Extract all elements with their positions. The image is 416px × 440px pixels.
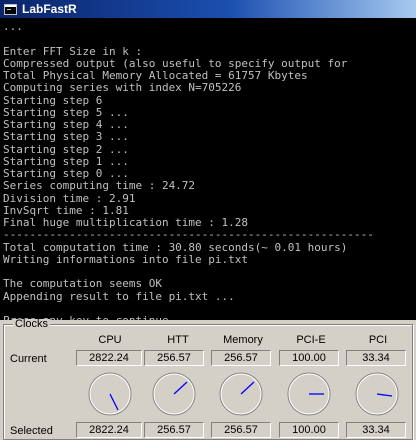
clocks-panel: Clocks CPU HTT Memory PCI-E PCI Current … bbox=[0, 319, 416, 440]
column-header-memory: Memory bbox=[223, 334, 263, 346]
console-line: Computing series with index N=705226 bbox=[3, 81, 242, 95]
selected-pci-value: 33.34 bbox=[346, 422, 406, 438]
clocks-group: Clocks CPU HTT Memory PCI-E PCI Current … bbox=[3, 319, 413, 440]
console-line: Series computing time : 24.72 bbox=[3, 179, 196, 193]
current-htt-value: 256.57 bbox=[144, 350, 204, 366]
console-line: ... bbox=[3, 20, 23, 33]
selected-htt-value: 256.57 bbox=[144, 422, 204, 438]
console-line: Starting step 4 ... bbox=[3, 118, 129, 131]
console-line: Starting step 2 ... bbox=[3, 142, 129, 156]
title-bar[interactable]: LabFastR bbox=[0, 0, 416, 18]
selected-memory-value: 256.57 bbox=[211, 422, 271, 438]
current-cpu-value: 2822.24 bbox=[76, 350, 142, 366]
column-header-cpu: CPU bbox=[98, 334, 122, 346]
current-row-label: Current bbox=[10, 353, 47, 365]
window-title: LabFastR bbox=[22, 2, 77, 16]
console-line: Final huge multiplication time : 1.28 bbox=[3, 216, 249, 229]
console-line: Appending result to file pi.txt ... bbox=[3, 289, 235, 303]
column-header-pci-e: PCI-E bbox=[296, 334, 326, 346]
cpu-dial-icon bbox=[88, 372, 132, 416]
console-line: Total Physical Memory Allocated = 61757 … bbox=[3, 69, 308, 82]
selected-cpu-value: 2822.24 bbox=[76, 422, 142, 438]
console-line: Division time : 2.91 bbox=[3, 191, 136, 205]
console-window[interactable]: LabFastR ... Enter FFT Size in k : Compr… bbox=[0, 0, 416, 320]
console-line: Starting step 5 ... bbox=[3, 105, 129, 119]
htt-dial-icon bbox=[152, 372, 196, 416]
console-icon bbox=[4, 3, 17, 15]
console-line: InvSqrt time : 1.81 bbox=[3, 203, 129, 217]
console-line: ----------------------------------------… bbox=[3, 228, 374, 242]
console-line: Starting step 6 bbox=[3, 93, 103, 107]
pci-e-dial-icon bbox=[287, 372, 331, 416]
clocks-group-label: Clocks bbox=[13, 318, 51, 330]
console-line: Compressed output (also useful to specif… bbox=[3, 56, 348, 70]
column-header-pci: PCI bbox=[368, 334, 388, 346]
column-header-htt: HTT bbox=[167, 334, 189, 346]
current-pci-e-value: 100.00 bbox=[279, 350, 339, 366]
selected-row-label: Selected bbox=[10, 425, 53, 437]
console-line: Starting step 3 ... bbox=[3, 130, 129, 144]
console-line: Total computation time : 30.80 seconds(~… bbox=[3, 240, 348, 254]
current-memory-value: 256.57 bbox=[211, 350, 271, 366]
console-line: Starting step 1 ... bbox=[3, 154, 129, 168]
selected-pci-e-value: 100.00 bbox=[279, 422, 339, 438]
current-pci-value: 33.34 bbox=[346, 350, 406, 366]
console-line: Enter FFT Size in k : bbox=[3, 44, 143, 58]
console-output: ... Enter FFT Size in k : Compressed out… bbox=[3, 20, 416, 320]
console-line: Writing informations into file pi.txt bbox=[3, 252, 249, 266]
pci-dial-icon bbox=[355, 372, 399, 416]
memory-dial-icon bbox=[219, 372, 263, 416]
console-line: The computation seems OK bbox=[3, 277, 162, 291]
console-line: Starting step 0 ... bbox=[3, 167, 129, 180]
